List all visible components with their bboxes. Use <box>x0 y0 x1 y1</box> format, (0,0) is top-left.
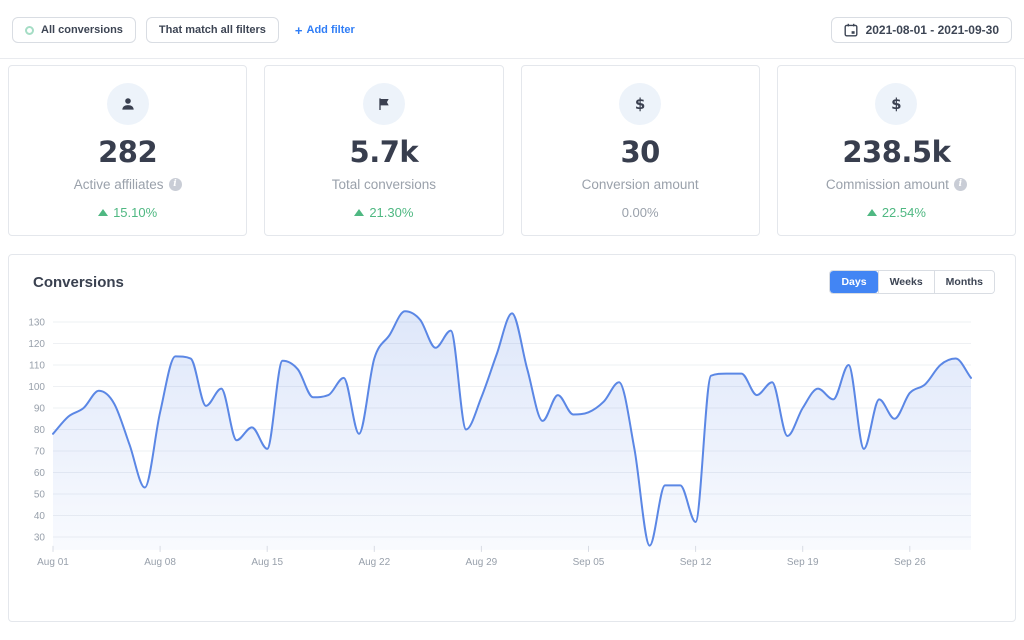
stat-delta: 22.54% <box>867 205 926 220</box>
x-axis-tick-label: Aug 15 <box>251 557 283 568</box>
stat-value: 282 <box>98 137 157 169</box>
tab-days[interactable]: Days <box>830 271 877 293</box>
flag-icon <box>376 96 392 112</box>
stat-card: $ 30 Conversion amount i 0.00% <box>521 65 760 236</box>
y-axis-tick-label: 50 <box>34 490 46 501</box>
y-axis-tick-label: 110 <box>29 361 45 372</box>
all-conversions-button[interactable]: All conversions <box>12 17 136 43</box>
stat-card: 282 Active affiliates i 15.10% <box>8 65 247 236</box>
all-conversions-label: All conversions <box>41 24 123 36</box>
stat-card: $ 238.5k Commission amount i 22.54% <box>777 65 1016 236</box>
stat-value: 5.7k <box>350 137 419 169</box>
match-filters-label: That match all filters <box>159 24 266 36</box>
stat-label: Conversion amount <box>582 177 699 192</box>
stat-card: 5.7k Total conversions i 21.30% <box>264 65 503 236</box>
y-axis-tick-label: 40 <box>34 511 46 522</box>
y-axis-tick-label: 80 <box>34 425 46 436</box>
stat-label: Active affiliates <box>74 177 164 192</box>
add-filter-link[interactable]: + Add filter <box>295 23 355 38</box>
stat-label: Commission amount <box>826 177 949 192</box>
tab-months[interactable]: Months <box>934 271 994 293</box>
chart-area: 130 120 110 100 90 80 70 60 50 40 30 Aug 01 Aug 08 Au… <box>9 294 1015 605</box>
conversions-panel-header: Conversions Days Weeks Months <box>9 255 1015 294</box>
toolbar-divider <box>0 58 1024 59</box>
info-icon[interactable]: i <box>169 178 182 191</box>
delta-value: 0.00% <box>622 205 659 220</box>
x-axis-tick-label: Sep 12 <box>680 557 712 568</box>
delta-value: 22.54% <box>882 205 926 220</box>
stat-value: 238.5k <box>842 137 950 169</box>
y-axis-tick-label: 30 <box>34 533 46 544</box>
x-axis-tick-label: Aug 08 <box>144 557 176 568</box>
y-axis-tick-label: 130 <box>28 318 45 329</box>
date-range-label: 2021-08-01 - 2021-09-30 <box>866 23 999 37</box>
y-axis-tick-label: 100 <box>28 382 45 393</box>
y-axis-tick-label: 60 <box>34 468 46 479</box>
area-fill <box>53 311 971 550</box>
conversions-panel: Conversions Days Weeks Months 1301201101… <box>8 254 1016 622</box>
delta-up-icon <box>867 209 877 216</box>
info-icon[interactable]: i <box>954 178 967 191</box>
stat-label: Total conversions <box>332 177 436 192</box>
stat-cards-row: 282 Active affiliates i 15.10% 5.7k Tota… <box>8 65 1016 236</box>
x-axis-tick-label: Aug 22 <box>358 557 390 568</box>
status-ring-icon <box>25 26 34 35</box>
delta-up-icon <box>354 209 364 216</box>
add-filter-label: Add filter <box>307 24 355 36</box>
x-axis-tick-label: Aug 29 <box>466 557 498 568</box>
x-axis-tick-label: Sep 26 <box>894 557 926 568</box>
tab-weeks[interactable]: Weeks <box>878 271 934 293</box>
dollar-icon: $ <box>891 95 901 113</box>
user-icon <box>120 96 136 112</box>
plus-icon: + <box>295 23 303 38</box>
y-axis-tick-label: 90 <box>34 404 46 415</box>
delta-up-icon <box>98 209 108 216</box>
toolbar: All conversions That match all filters +… <box>0 0 1024 58</box>
stat-value: 30 <box>620 137 659 169</box>
x-axis-tick-label: Aug 01 <box>37 557 69 568</box>
x-axis-tick-label: Sep 19 <box>787 557 819 568</box>
stat-delta: 15.10% <box>98 205 157 220</box>
delta-value: 21.30% <box>369 205 413 220</box>
match-filters-button[interactable]: That match all filters <box>146 17 279 43</box>
stat-delta: 21.30% <box>354 205 413 220</box>
dollar-icon: $ <box>635 95 645 113</box>
y-axis-tick-label: 120 <box>28 339 45 350</box>
granularity-tabs: Days Weeks Months <box>829 270 995 294</box>
delta-value: 15.10% <box>113 205 157 220</box>
panel-title: Conversions <box>33 274 124 291</box>
stat-delta: 0.00% <box>622 205 659 220</box>
conversions-chart[interactable]: 130 120 110 100 90 80 70 60 50 40 30 Aug 01 Aug 08 Au… <box>9 300 1015 600</box>
date-range-picker[interactable]: 2021-08-01 - 2021-09-30 <box>831 17 1012 43</box>
calendar-icon <box>844 23 858 37</box>
x-axis-tick-label: Sep 05 <box>573 557 605 568</box>
filter-controls: All conversions That match all filters +… <box>12 17 355 43</box>
y-axis-tick-label: 70 <box>34 447 46 458</box>
